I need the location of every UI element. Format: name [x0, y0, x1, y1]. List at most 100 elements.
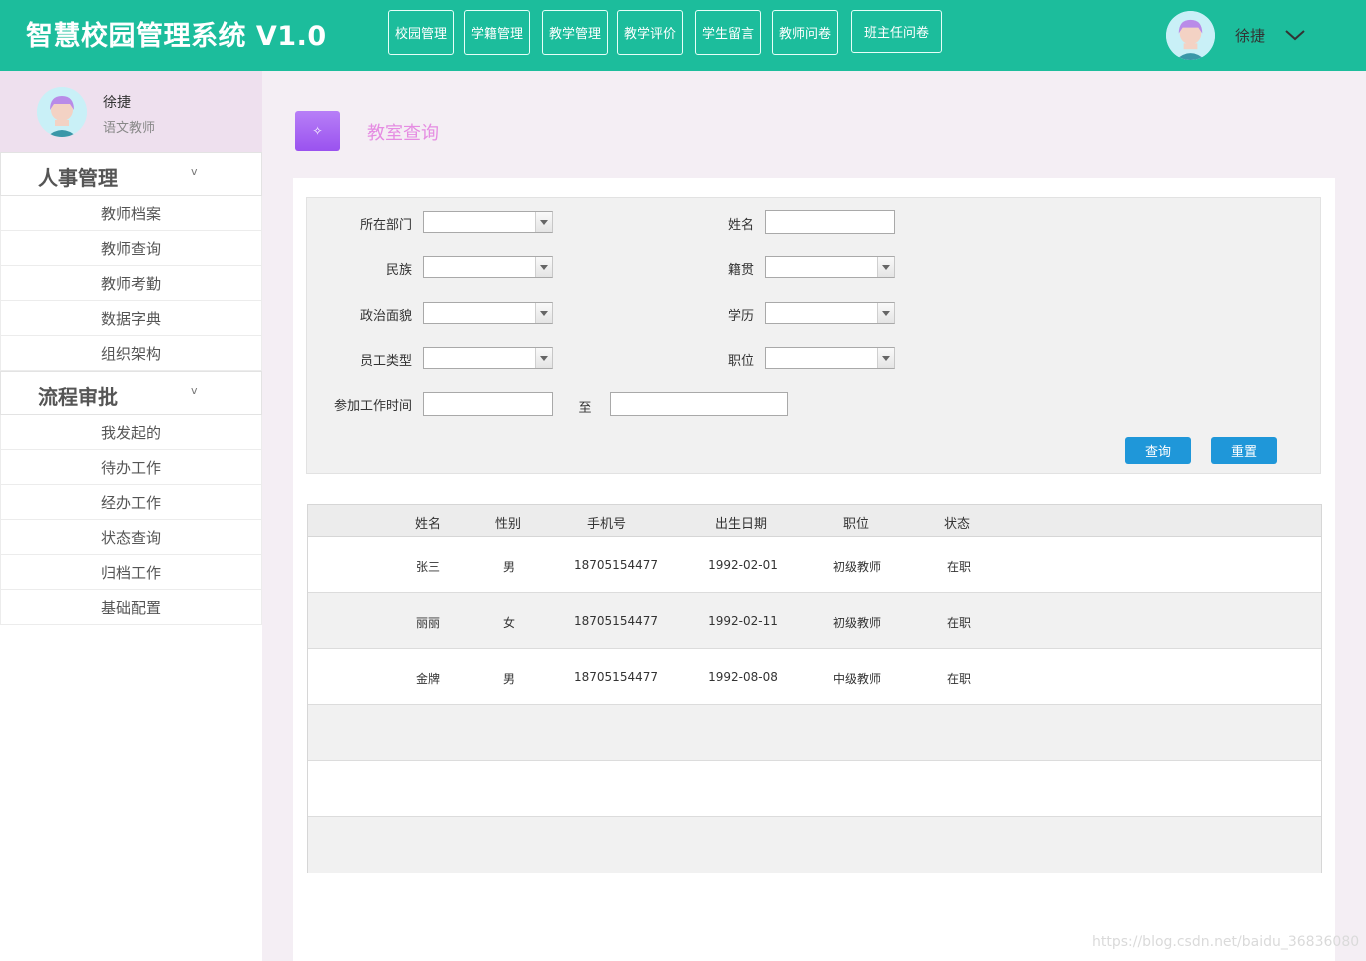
- top-header: 智慧校园管理系统 V1.0 校园管理 学籍管理 教学管理 教学评价 学生留言 教…: [0, 0, 1366, 71]
- education-label: 学历: [727, 309, 754, 324]
- sidebar-item-basic-config[interactable]: 基础配置: [0, 590, 262, 625]
- cell-position: 中级教师: [832, 672, 882, 686]
- nav-teaching-evaluation[interactable]: 教学评价: [617, 10, 683, 55]
- education-select[interactable]: [765, 302, 895, 324]
- nav-teacher-survey[interactable]: 教师问卷: [772, 10, 838, 55]
- header-avatar[interactable]: [1166, 11, 1215, 60]
- dropdown-arrow-icon: [877, 303, 894, 323]
- nav-campus-management[interactable]: 校园管理: [388, 10, 454, 55]
- page-title: 教室查询: [367, 123, 439, 144]
- work-start-label: 参加工作时间: [333, 399, 412, 414]
- reset-button[interactable]: 重置: [1211, 437, 1277, 464]
- dropdown-arrow-icon: [535, 348, 552, 368]
- cell-position: 初级教师: [832, 616, 882, 630]
- dropdown-arrow-icon: [877, 348, 894, 368]
- range-to-label: 至: [578, 401, 592, 416]
- watermark: https://blog.csdn.net/baidu_36836080: [1092, 934, 1360, 950]
- avatar: [37, 87, 87, 137]
- cell-gender: 男: [502, 560, 516, 574]
- department-label: 所在部门: [359, 218, 412, 233]
- user-avatar-icon: [37, 87, 87, 137]
- cell-birthdate: 1992-02-11: [708, 614, 778, 628]
- table-row[interactable]: 丽丽 女 18705154477 1992-02-11 初级教师 在职: [308, 593, 1321, 649]
- cell-name: 金牌: [415, 672, 441, 686]
- sidebar-item-teacher-attendance[interactable]: 教师考勤: [0, 266, 262, 301]
- work-start-to-input[interactable]: [610, 392, 788, 416]
- cell-phone: 18705154477: [574, 614, 658, 628]
- native-place-label: 籍贯: [727, 263, 754, 278]
- cell-position: 初级教师: [832, 560, 882, 574]
- political-status-label: 政治面貌: [359, 309, 412, 324]
- name-input[interactable]: [765, 210, 895, 234]
- table-row-empty: [308, 705, 1321, 761]
- native-place-select[interactable]: [765, 256, 895, 278]
- query-button[interactable]: 查询: [1125, 437, 1191, 464]
- cell-gender: 女: [502, 616, 516, 630]
- ethnicity-label: 民族: [385, 263, 412, 278]
- department-select[interactable]: [423, 211, 553, 233]
- chevron-down-icon[interactable]: [1284, 24, 1306, 46]
- sidebar-item-org-structure[interactable]: 组织架构: [0, 336, 262, 371]
- position-select[interactable]: [765, 347, 895, 369]
- sidebar-group-workflow[interactable]: 流程审批 v: [0, 371, 262, 415]
- cell-phone: 18705154477: [574, 670, 658, 684]
- sidebar-item-teacher-archive[interactable]: 教师档案: [0, 196, 262, 231]
- group-title: 流程审批: [38, 385, 118, 409]
- cell-status: 在职: [946, 616, 972, 630]
- table-row-empty: [308, 761, 1321, 817]
- group-title: 人事管理: [38, 166, 118, 190]
- search-form: [306, 197, 1321, 474]
- app-title: 智慧校园管理系统 V1.0: [26, 21, 327, 52]
- column-header-name[interactable]: 姓名: [415, 513, 441, 532]
- cell-phone: 18705154477: [574, 558, 658, 572]
- caret-down-icon: v: [191, 384, 198, 397]
- cell-name: 张三: [415, 560, 441, 574]
- dropdown-arrow-icon: [535, 257, 552, 277]
- ethnicity-select[interactable]: [423, 256, 553, 278]
- profile-role: 语文教师: [103, 121, 156, 136]
- name-label: 姓名: [727, 218, 754, 233]
- dropdown-arrow-icon: [535, 212, 552, 232]
- sidebar-item-todo[interactable]: 待办工作: [0, 450, 262, 485]
- sidebar-item-data-dictionary[interactable]: 数据字典: [0, 301, 262, 336]
- cell-status: 在职: [946, 672, 972, 686]
- sidebar-item-status-query[interactable]: 状态查询: [0, 520, 262, 555]
- header-user-name[interactable]: 徐捷: [1235, 25, 1265, 46]
- column-header-gender[interactable]: 性别: [495, 513, 521, 532]
- nav-student-status[interactable]: 学籍管理: [464, 10, 530, 55]
- column-header-status[interactable]: 状态: [944, 513, 970, 532]
- sidebar-item-teacher-query[interactable]: 教师查询: [0, 231, 262, 266]
- sidebar: 徐捷 语文教师 人事管理 v 教师档案 教师查询 教师考勤 数据字典 组织架构 …: [0, 71, 262, 961]
- sidebar-item-handled[interactable]: 经办工作: [0, 485, 262, 520]
- staff-type-select[interactable]: [423, 347, 553, 369]
- cell-status: 在职: [946, 560, 972, 574]
- profile-name: 徐捷: [103, 95, 131, 111]
- cell-gender: 男: [502, 672, 516, 686]
- dropdown-arrow-icon: [877, 257, 894, 277]
- cell-name: 丽丽: [415, 616, 441, 630]
- table-row[interactable]: 张三 男 18705154477 1992-02-01 初级教师 在职: [308, 537, 1321, 593]
- nav-student-messages[interactable]: 学生留言: [695, 10, 761, 55]
- sidebar-item-archived[interactable]: 归档工作: [0, 555, 262, 590]
- sidebar-group-personnel[interactable]: 人事管理 v: [0, 152, 262, 196]
- sidebar-item-initiated[interactable]: 我发起的: [0, 415, 262, 450]
- political-status-select[interactable]: [423, 302, 553, 324]
- results-table: 姓名 性别 手机号 出生日期 职位 状态 张三 男 18705154477 19…: [307, 504, 1322, 873]
- column-header-position[interactable]: 职位: [843, 513, 869, 532]
- caret-down-icon: v: [191, 165, 198, 178]
- table-row[interactable]: 金牌 男 18705154477 1992-08-08 中级教师 在职: [308, 649, 1321, 705]
- user-profile: 徐捷 语文教师: [0, 71, 262, 152]
- table-header: 姓名 性别 手机号 出生日期 职位 状态: [308, 505, 1321, 537]
- dropdown-arrow-icon: [535, 303, 552, 323]
- nav-head-teacher-survey[interactable]: 班主任问卷: [851, 10, 942, 53]
- cell-birthdate: 1992-02-01: [708, 558, 778, 572]
- nav-teaching-management[interactable]: 教学管理: [542, 10, 608, 55]
- work-start-from-input[interactable]: [423, 392, 553, 416]
- user-avatar-icon: [1166, 11, 1215, 60]
- cell-birthdate: 1992-08-08: [708, 670, 778, 684]
- staff-type-label: 员工类型: [359, 354, 412, 369]
- position-label: 职位: [727, 354, 754, 369]
- column-header-phone[interactable]: 手机号: [587, 513, 626, 532]
- column-header-birthdate[interactable]: 出生日期: [715, 513, 767, 532]
- page-icon: ✧: [295, 111, 340, 151]
